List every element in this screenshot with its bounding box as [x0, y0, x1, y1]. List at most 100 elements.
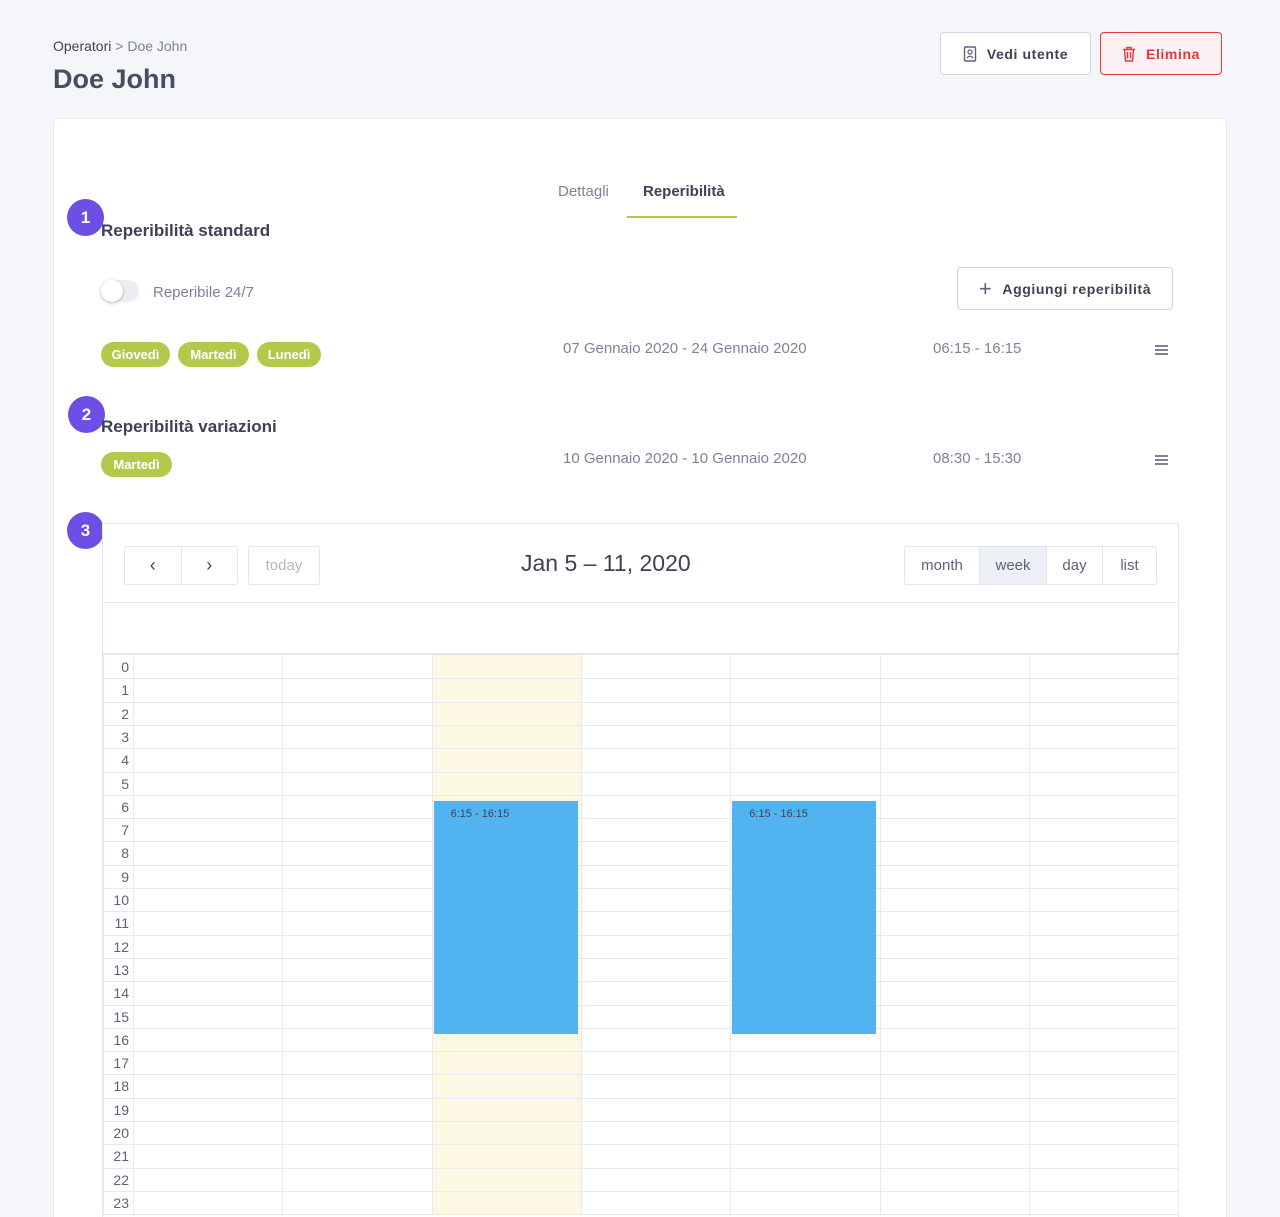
hour-gridline [103, 1074, 1178, 1076]
step-badge-1: 1 [67, 199, 104, 236]
hour-label: 0 [121, 659, 129, 675]
hour-gridline [103, 1097, 1178, 1099]
view-user-button[interactable]: Vedi utente [940, 32, 1091, 75]
hour-label: 15 [113, 1008, 129, 1025]
hour-gridline [103, 1190, 1178, 1192]
hour-label: 5 [121, 775, 129, 792]
hour-label: 7 [121, 822, 129, 839]
hour-gridline [103, 981, 1178, 983]
hour-label: 1 [121, 682, 129, 699]
breadcrumb-separator: > [115, 38, 124, 54]
view-user-label: Vedi utente [986, 45, 1069, 62]
standard-time-range: 06:15 - 16:15 [933, 340, 1022, 357]
day-column-divider [879, 655, 881, 1215]
add-availability-button[interactable]: + Aggiungi reperibilità [957, 267, 1173, 310]
hour-label: 16 [113, 1031, 129, 1048]
standard-section-title: Reperibilità standard [101, 221, 271, 240]
all-day-row [103, 602, 1178, 655]
view-list-button[interactable]: list [1103, 547, 1156, 584]
chevron-left-icon[interactable]: ‹ [125, 547, 182, 584]
hour-label: 9 [121, 868, 129, 885]
variations-time-range: 08:30 - 15:30 [933, 450, 1022, 467]
day-pill: Martedì [101, 452, 172, 477]
hour-label: 12 [113, 938, 129, 955]
tab-dettagli[interactable]: Dettagli [558, 183, 609, 200]
hour-label: 11 [114, 915, 129, 932]
variations-section-title: Reperibilità variazioni [101, 417, 277, 436]
hour-gridline [103, 864, 1178, 866]
view-day-button[interactable]: day [1047, 547, 1103, 584]
hour-label: 21 [113, 1148, 129, 1165]
hour-label: 10 [113, 892, 129, 908]
breadcrumb: Operatori > Doe John [53, 38, 187, 54]
calendar-nav: ‹ › [124, 546, 238, 585]
hour-gridline [103, 748, 1178, 750]
view-month-button[interactable]: month [905, 547, 980, 584]
page-title: Doe John [53, 64, 177, 94]
hour-gridline [103, 888, 1178, 889]
variations-date-range: 10 Gennaio 2020 - 10 Gennaio 2020 [563, 450, 807, 467]
trash-icon [1123, 46, 1135, 62]
hour-gridline [103, 771, 1178, 773]
hour-label: 23 [113, 1194, 129, 1211]
step-badge-2: 2 [68, 396, 105, 433]
hour-gridline [103, 841, 1178, 843]
breadcrumb-current: Doe John [127, 38, 188, 54]
hour-label: 4 [121, 752, 129, 769]
hour-label: 14 [113, 985, 129, 1002]
calendar-event[interactable]: 6:15 - 16:15 [433, 800, 578, 1034]
day-column-divider [580, 655, 582, 1215]
hour-label: 20 [113, 1125, 129, 1141]
standard-row-menu-icon[interactable] [1155, 345, 1168, 355]
hour-label: 22 [113, 1171, 129, 1188]
today-button[interactable]: today [248, 546, 320, 585]
hour-label: 6 [121, 798, 129, 815]
hour-gridline [103, 818, 1178, 820]
hour-gridline [103, 911, 1178, 913]
day-column-divider [1178, 655, 1180, 1215]
day-column-divider [282, 655, 284, 1215]
hour-gridline [103, 678, 1178, 680]
day-column-divider [133, 655, 134, 1215]
tab-reperibilita[interactable]: Reperibilità [643, 183, 725, 200]
hour-gridline [103, 1051, 1178, 1053]
calendar-view-switcher: month week day list [904, 546, 1157, 585]
hour-label: 8 [121, 845, 129, 862]
day-pill: Martedì [178, 342, 249, 367]
hour-label: 3 [121, 728, 129, 745]
breadcrumb-root[interactable]: Operatori [53, 38, 111, 54]
hour-label: 17 [113, 1055, 129, 1072]
hour-gridline [103, 794, 1178, 796]
always-available-toggle[interactable] [101, 280, 139, 302]
hour-gridline [103, 934, 1178, 936]
hour-gridline [103, 1004, 1178, 1006]
hour-gridline [103, 1167, 1178, 1169]
hour-gridline [103, 1214, 1178, 1216]
variations-row-menu-icon[interactable] [1155, 455, 1168, 465]
delete-button[interactable]: Elimina [1100, 32, 1222, 75]
day-column-divider [431, 655, 433, 1215]
step-badge-3: 3 [67, 512, 104, 549]
week-grid: 0 1 2 3 4 5 6 7 8 9 10 11 12 13 14 15 16 17 18 19 20 21 22 23 6:… [103, 602, 1180, 1217]
hour-label: 19 [113, 1101, 129, 1118]
user-card-icon [963, 45, 977, 62]
hour-gridline [103, 957, 1178, 959]
hour-label: 2 [121, 705, 129, 722]
day-column-divider [730, 655, 732, 1215]
always-available-label: Reperibile 24/7 [153, 284, 254, 301]
active-tab-indicator [627, 216, 737, 218]
day-column-divider [1028, 655, 1030, 1215]
hour-gridline [103, 701, 1178, 703]
hour-gridline [103, 1121, 1178, 1122]
view-week-button[interactable]: week [980, 547, 1047, 584]
standard-date-range: 07 Gennaio 2020 - 24 Gennaio 2020 [563, 340, 807, 357]
add-availability-label: Aggiungi reperibilità [1002, 280, 1152, 297]
calendar-event[interactable]: 6:15 - 16:15 [732, 800, 877, 1034]
hour-label: 13 [113, 961, 129, 978]
plus-icon: + [978, 275, 993, 301]
calendar-title: Jan 5 – 11, 2020 [521, 550, 691, 576]
hour-gridline [103, 1027, 1178, 1029]
day-pill: Giovedì [101, 342, 170, 367]
chevron-right-icon[interactable]: › [182, 547, 238, 584]
toggle-knob [101, 280, 123, 302]
